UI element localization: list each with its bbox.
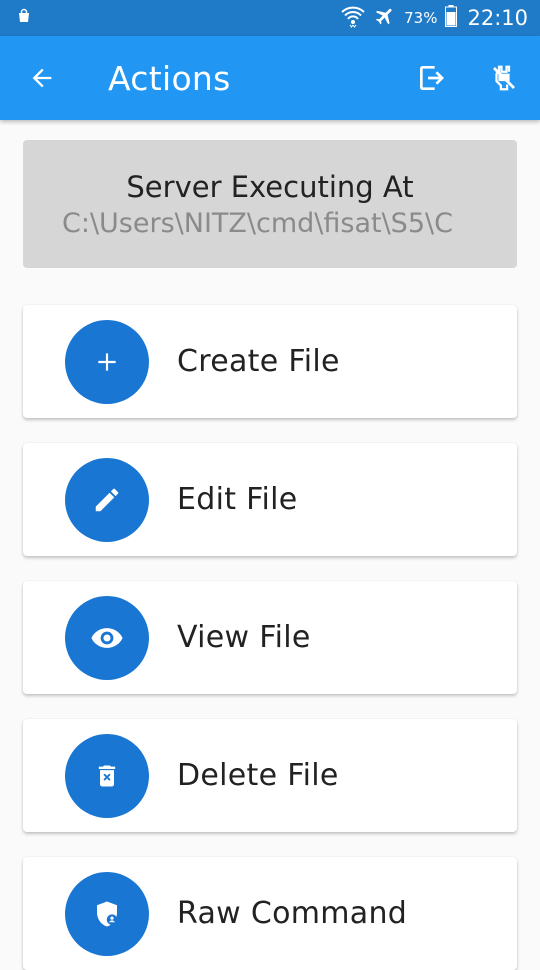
wifi-icon	[340, 4, 366, 32]
clock: 22:10	[467, 6, 528, 30]
arrow-back-icon	[32, 68, 52, 88]
edit-file-label: Edit File	[177, 482, 298, 517]
pencil-icon	[95, 488, 119, 511]
plus-icon	[98, 352, 116, 371]
shield-user-icon	[97, 901, 118, 926]
power-off-icon	[493, 65, 515, 91]
view-file-label: View File	[177, 620, 311, 655]
raw-command-button[interactable]: Raw Command	[23, 857, 517, 970]
delete-file-button[interactable]: Delete File	[23, 719, 517, 832]
create-file-label: Create File	[177, 344, 340, 379]
battery-percent: 73%	[404, 9, 438, 27]
raw-command-label: Raw Command	[177, 896, 408, 931]
back-button[interactable]	[0, 36, 84, 120]
server-path: C:\Users\NITZ\cmd\fisat\S5\C	[62, 207, 453, 239]
delete-file-icon-circle	[65, 733, 149, 818]
page-title: Actions	[108, 58, 231, 98]
logout-button[interactable]	[396, 36, 468, 120]
battery-icon	[445, 5, 458, 31]
disconnect-button[interactable]	[468, 36, 540, 120]
delete-file-label: Delete File	[177, 758, 339, 793]
app-bar: Actions	[0, 36, 540, 120]
status-bar: 73% 22:10	[0, 0, 540, 36]
server-title: Server Executing At	[126, 169, 414, 204]
view-file-icon-circle	[65, 595, 149, 680]
server-info-box: Server Executing At C:\Users\NITZ\cmd\fi…	[23, 140, 517, 268]
raw-command-icon-circle	[65, 871, 149, 956]
create-file-button[interactable]: Create File	[23, 305, 517, 418]
logout-icon	[420, 66, 444, 90]
airplane-icon	[374, 5, 396, 31]
trash-icon	[98, 765, 116, 786]
bag-icon	[16, 8, 32, 28]
edit-file-icon-circle	[65, 457, 149, 542]
create-file-icon-circle	[65, 319, 149, 404]
eye-icon	[91, 627, 123, 648]
view-file-button[interactable]: View File	[23, 581, 517, 694]
edit-file-button[interactable]: Edit File	[23, 443, 517, 556]
